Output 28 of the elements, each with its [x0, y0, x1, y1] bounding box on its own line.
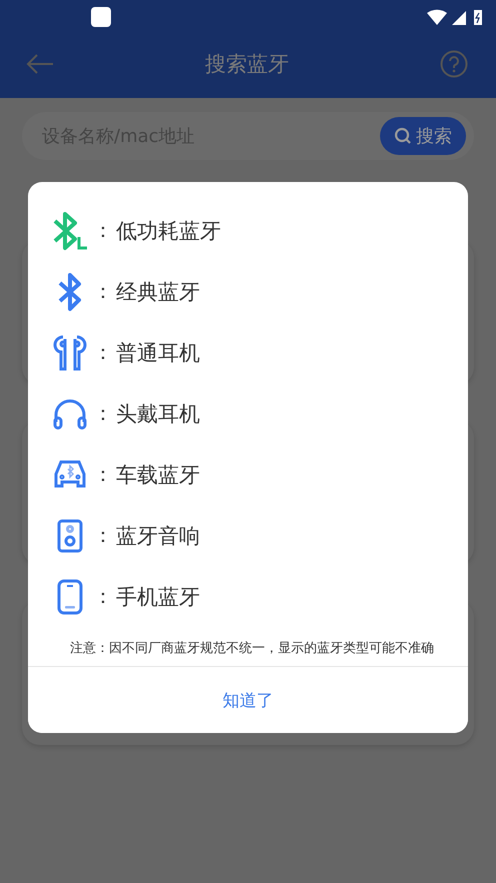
device-type-label: 普通耳机	[116, 340, 200, 366]
colon: ：	[92, 461, 114, 488]
colon: ：	[92, 583, 114, 610]
device-type-label: 手机蓝牙	[116, 584, 200, 610]
speaker-icon	[57, 518, 83, 552]
headphones-icon	[53, 398, 87, 430]
colon: ：	[92, 278, 114, 305]
help-icon[interactable]	[440, 50, 468, 78]
device-type-label: 头戴耳机	[116, 400, 200, 428]
note-text: 注意：因不同厂商蓝牙规范不统一，显示的蓝牙类型可能不准确	[69, 640, 435, 657]
earbuds-icon	[52, 334, 88, 370]
colon: ：	[92, 339, 114, 366]
phone-icon	[57, 578, 83, 614]
page-title: 搜索蓝牙	[205, 51, 289, 78]
colon: ：	[92, 217, 114, 244]
back-arrow-icon[interactable]	[26, 53, 54, 75]
device-type-label: 蓝牙音响	[116, 522, 200, 550]
notification-icon	[90, 6, 112, 28]
device-type-label: 经典蓝牙	[116, 278, 200, 306]
device-type-label: 车载蓝牙	[116, 462, 200, 488]
car-bluetooth-icon	[53, 460, 87, 490]
search-button[interactable]: 搜索	[380, 117, 466, 155]
bluetooth-low-energy-icon	[51, 210, 89, 250]
colon: ：	[92, 522, 114, 549]
device-type-label: 低功耗蓝牙	[116, 218, 221, 244]
search-icon	[394, 127, 412, 145]
colon: ：	[92, 400, 114, 427]
bluetooth-icon	[57, 272, 83, 312]
